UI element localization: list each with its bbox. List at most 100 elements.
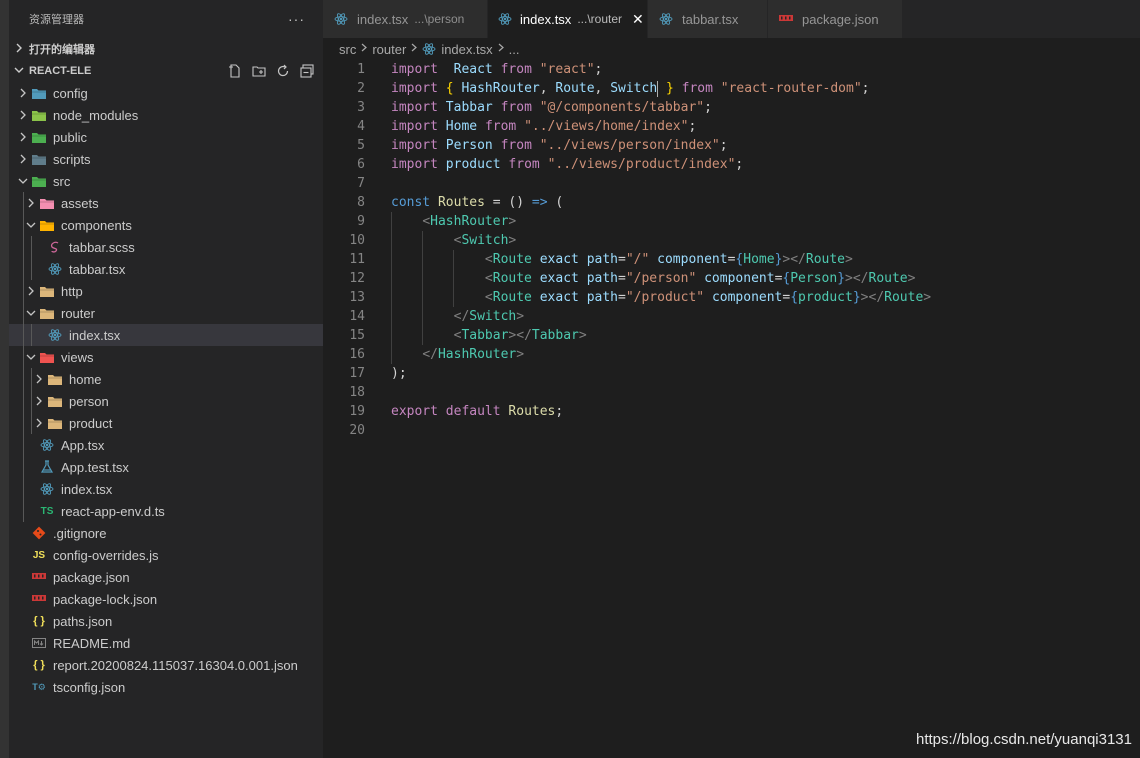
- code-token: Person: [445, 138, 493, 153]
- tree-folder[interactable]: product: [9, 412, 323, 434]
- tree-file[interactable]: tabbar.tsx: [9, 258, 323, 280]
- refresh-icon[interactable]: [275, 63, 291, 79]
- tree-folder[interactable]: assets: [9, 192, 323, 214]
- tree-file[interactable]: T⚙ tsconfig.json: [9, 676, 323, 698]
- tree-folder[interactable]: config: [9, 82, 323, 104]
- code-text: </HashRouter>: [391, 345, 524, 364]
- code-token: {: [790, 290, 799, 305]
- code-token: "../views/product/index": [547, 157, 736, 172]
- chevron-down-icon: [23, 302, 39, 324]
- more-actions-icon[interactable]: ···: [288, 11, 305, 27]
- tree-folder[interactable]: home: [9, 368, 323, 390]
- tree-file[interactable]: package.json: [9, 566, 323, 588]
- tree-folder[interactable]: src: [9, 170, 323, 192]
- indent-guide: [23, 236, 24, 258]
- tree-file[interactable]: App.tsx: [9, 434, 323, 456]
- editor-tab[interactable]: index.tsx ...\router ✕: [488, 0, 648, 38]
- chevron-down-icon: [9, 65, 29, 78]
- code-token: >: [516, 347, 525, 362]
- indent-guide: [31, 390, 32, 412]
- tree-file[interactable]: package-lock.json: [9, 588, 323, 610]
- tree-file[interactable]: index.tsx: [9, 478, 323, 500]
- tree-item-label: tsconfig.json: [53, 679, 126, 695]
- code-token: "../views/person/index": [539, 138, 720, 153]
- chevron-right-icon: [410, 43, 418, 55]
- explorer-header: 资源管理器 ···: [9, 0, 323, 38]
- tree-file[interactable]: index.tsx: [9, 324, 323, 346]
- tree-folder[interactable]: components: [9, 214, 323, 236]
- code-text: );: [391, 364, 407, 383]
- code-token: );: [391, 366, 407, 381]
- breadcrumb-item[interactable]: src: [339, 42, 356, 57]
- tree-folder[interactable]: person: [9, 390, 323, 412]
- react-icon: [39, 481, 55, 497]
- code-token: "react-router-dom": [720, 81, 862, 96]
- breadcrumb-item[interactable]: ...: [509, 42, 520, 57]
- code-editor[interactable]: 1 import React from "react"; 2 import { Has…: [323, 60, 1140, 440]
- tree-file[interactable]: { } report.20200824.115037.16304.0.001.js…: [9, 654, 323, 676]
- editor-tab[interactable]: index.tsx ...\person: [323, 0, 488, 38]
- tree-item-label: paths.json: [53, 613, 113, 629]
- indent-guide: [391, 231, 392, 250]
- indent-guide: [453, 288, 454, 307]
- tree-folder[interactable]: node_modules: [9, 104, 323, 126]
- code-token: Routes: [437, 195, 485, 210]
- tree-file[interactable]: JS config-overrides.js: [9, 544, 323, 566]
- indent-guide: [391, 307, 392, 326]
- close-icon[interactable]: ✕: [632, 11, 644, 28]
- config-folder-icon: [31, 85, 47, 101]
- tab-label: tabbar.tsx: [682, 11, 739, 27]
- code-token: "/product": [625, 290, 705, 305]
- tree-folder[interactable]: http: [9, 280, 323, 302]
- chevron-right-icon: [497, 43, 505, 55]
- line-number: 4: [357, 119, 365, 134]
- editor-tab[interactable]: tabbar.tsx: [648, 0, 768, 38]
- code-token: ,: [594, 81, 611, 96]
- tree-item-label: person: [69, 393, 109, 409]
- tree-file[interactable]: tabbar.scss: [9, 236, 323, 258]
- open-editors-section[interactable]: 打开的编辑器: [9, 38, 323, 60]
- tree-item-label: tabbar.tsx: [69, 261, 126, 277]
- tree-file[interactable]: .gitignore: [9, 522, 323, 544]
- tree-folder[interactable]: views: [9, 346, 323, 368]
- code-line: 5 import Person from "../views/person/ind…: [323, 136, 1140, 155]
- collapse-all-icon[interactable]: [299, 63, 315, 79]
- indent-guide: [23, 456, 24, 478]
- tree-folder[interactable]: scripts: [9, 148, 323, 170]
- tree-file[interactable]: { } paths.json: [9, 610, 323, 632]
- tree-file[interactable]: TS react-app-env.d.ts: [9, 500, 323, 522]
- new-file-icon[interactable]: [227, 63, 243, 79]
- line-number: 15: [349, 328, 365, 343]
- indent-guide: [23, 346, 24, 368]
- react-icon: [658, 11, 674, 27]
- code-token: >: [508, 214, 517, 229]
- tree-file[interactable]: README.md: [9, 632, 323, 654]
- new-folder-icon[interactable]: [251, 63, 267, 79]
- editor-tab[interactable]: package.json: [768, 0, 903, 38]
- tree-folder[interactable]: router: [9, 302, 323, 324]
- code-token: <: [422, 214, 431, 229]
- watermark-text: https://blog.csdn.net/yuanqi3131: [916, 731, 1132, 748]
- breadcrumb-item[interactable]: router: [372, 42, 406, 57]
- breadcrumb-item[interactable]: index.tsx: [441, 42, 492, 57]
- tree-folder[interactable]: public: [9, 126, 323, 148]
- project-section[interactable]: REACT-ELE: [9, 60, 323, 82]
- assets-folder-icon: [39, 195, 55, 211]
- code-token: exact: [539, 290, 579, 305]
- line-number: 2: [357, 81, 365, 96]
- code-token: >: [907, 271, 916, 286]
- indent-guide: [422, 231, 423, 250]
- code-token: React: [453, 62, 493, 77]
- code-text: export default Routes;: [391, 402, 563, 421]
- tree-file[interactable]: App.test.tsx: [9, 456, 323, 478]
- line-number: 12: [349, 271, 365, 286]
